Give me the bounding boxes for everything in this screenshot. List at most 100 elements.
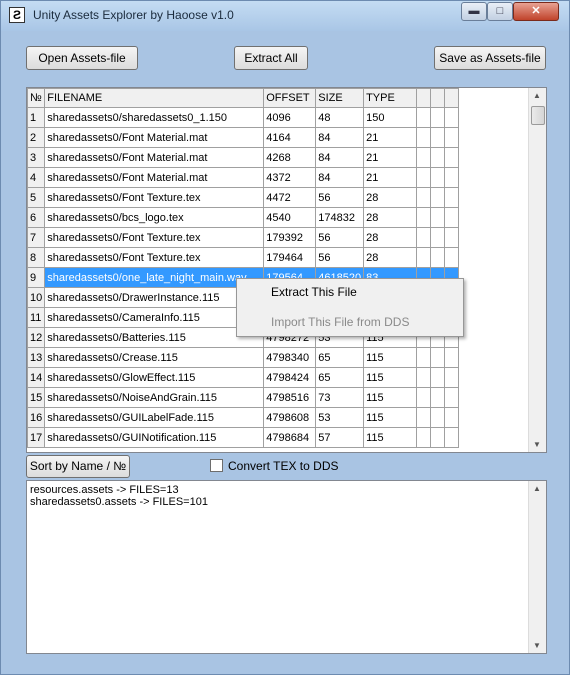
title-bar[interactable]: Ƨ Unity Assets Explorer by Haoose v1.0 ▬… bbox=[1, 1, 569, 31]
cell-type: 115 bbox=[363, 407, 418, 428]
convert-label: Convert TEX to DDS bbox=[228, 459, 339, 473]
cell-extra bbox=[444, 107, 460, 128]
table-row[interactable]: 15 sharedassets0/NoiseAndGrain.115 4798516… bbox=[27, 387, 460, 408]
close-icon: ✕ bbox=[531, 5, 541, 17]
cell-extra bbox=[430, 207, 446, 228]
cell-size: 174832 bbox=[315, 207, 365, 228]
cell-size: 56 bbox=[315, 227, 365, 248]
cell-extra bbox=[416, 347, 432, 368]
table-row[interactable]: 17 sharedassets0/GUINotification.115 47986… bbox=[27, 427, 460, 448]
cell-extra bbox=[430, 187, 446, 208]
cell-extra bbox=[444, 147, 460, 168]
cell-filename: sharedassets0/one_late_night_main.wav bbox=[44, 267, 265, 288]
header-extra bbox=[416, 88, 432, 108]
scroll-thumb[interactable] bbox=[531, 106, 545, 125]
table-row[interactable]: 1 sharedassets0/sharedassets0_1.150 4096 48… bbox=[27, 107, 460, 128]
cell-size: 57 bbox=[315, 427, 365, 448]
cell-extra bbox=[430, 407, 446, 428]
extract-all-button[interactable]: Extract All bbox=[234, 46, 308, 70]
cell-extra bbox=[444, 167, 460, 188]
cell-extra bbox=[430, 167, 446, 188]
cell-num: 3 bbox=[27, 147, 46, 168]
log-scrollbar[interactable]: ▲ ▼ bbox=[528, 481, 546, 653]
cell-filename: sharedassets0/Font Material.mat bbox=[44, 147, 265, 168]
table-row[interactable]: 16 sharedassets0/GUILabelFade.115 4798608 5… bbox=[27, 407, 460, 428]
cell-type: 28 bbox=[363, 187, 418, 208]
sort-button[interactable]: Sort by Name / № bbox=[26, 455, 130, 478]
cell-num: 6 bbox=[27, 207, 46, 228]
cell-num: 2 bbox=[27, 127, 46, 148]
cell-extra bbox=[430, 147, 446, 168]
cell-num: 15 bbox=[27, 387, 46, 408]
header-filename[interactable]: FILENAME bbox=[44, 88, 265, 108]
table-row[interactable]: 6 sharedassets0/bcs_logo.tex 4540 174832 28 bbox=[27, 207, 460, 228]
cell-extra bbox=[416, 187, 432, 208]
cell-type: 115 bbox=[363, 387, 418, 408]
cell-size: 84 bbox=[315, 127, 365, 148]
cell-extra bbox=[416, 387, 432, 408]
cell-type: 115 bbox=[363, 427, 418, 448]
cell-filename: sharedassets0/GUINotification.115 bbox=[44, 427, 265, 448]
header-offset[interactable]: OFFSET bbox=[263, 88, 317, 108]
cell-filename: sharedassets0/CameraInfo.115 bbox=[44, 307, 265, 328]
cell-num: 17 bbox=[27, 427, 46, 448]
header-size[interactable]: SIZE bbox=[315, 88, 365, 108]
table-row[interactable]: 8 sharedassets0/Font Texture.tex 179464 56 2… bbox=[27, 247, 460, 268]
cell-filename: sharedassets0/Font Texture.tex bbox=[44, 247, 265, 268]
scroll-down-icon[interactable]: ▼ bbox=[529, 641, 545, 650]
maximize-button[interactable]: □ bbox=[487, 2, 513, 21]
cell-filename: sharedassets0/sharedassets0_1.150 bbox=[44, 107, 265, 128]
convert-checkbox[interactable] bbox=[210, 459, 223, 472]
scroll-up-icon[interactable]: ▲ bbox=[529, 484, 545, 493]
cell-offset: 4472 bbox=[263, 187, 317, 208]
scroll-up-icon[interactable]: ▲ bbox=[529, 91, 545, 100]
cell-size: 53 bbox=[315, 407, 365, 428]
cell-extra bbox=[416, 127, 432, 148]
files-table[interactable]: № FILENAME OFFSET SIZE TYPE 1 sharedasset… bbox=[26, 87, 547, 453]
cell-filename: sharedassets0/DrawerInstance.115 bbox=[44, 287, 265, 308]
app-icon-glyph: Ƨ bbox=[12, 8, 21, 22]
log-textarea[interactable]: resources.assets -> FILES=13 sharedasset… bbox=[26, 480, 547, 654]
table-row[interactable]: 7 sharedassets0/Font Texture.tex 179392 56 2… bbox=[27, 227, 460, 248]
minimize-button[interactable]: ▬ bbox=[461, 2, 487, 21]
table-row[interactable]: 13 sharedassets0/Crease.115 4798340 65 115 bbox=[27, 347, 460, 368]
scroll-down-icon[interactable]: ▼ bbox=[529, 440, 545, 449]
cell-type: 28 bbox=[363, 207, 418, 228]
cell-type: 150 bbox=[363, 107, 418, 128]
cell-extra bbox=[444, 187, 460, 208]
cell-size: 65 bbox=[315, 367, 365, 388]
header-num[interactable]: № bbox=[27, 88, 46, 108]
table-row[interactable]: 2 sharedassets0/Font Material.mat 4164 84 21 bbox=[27, 127, 460, 148]
cell-type: 28 bbox=[363, 247, 418, 268]
cell-num: 1 bbox=[27, 107, 46, 128]
cell-offset: 4798424 bbox=[263, 367, 317, 388]
cell-extra bbox=[416, 407, 432, 428]
table-row[interactable]: 4 sharedassets0/Font Material.mat 4372 84 21 bbox=[27, 167, 460, 188]
cell-filename: sharedassets0/Crease.115 bbox=[44, 347, 265, 368]
cell-type: 21 bbox=[363, 127, 418, 148]
context-menu: Extract This File Import This File from … bbox=[236, 278, 464, 337]
open-assets-button[interactable]: Open Assets-file bbox=[26, 46, 138, 70]
table-scrollbar[interactable]: ▲ ▼ bbox=[528, 88, 546, 452]
cell-extra bbox=[444, 407, 460, 428]
close-button[interactable]: ✕ bbox=[513, 2, 559, 21]
table-row[interactable]: 3 sharedassets0/Font Material.mat 4268 84 21 bbox=[27, 147, 460, 168]
cell-extra bbox=[430, 367, 446, 388]
menu-extract-file[interactable]: Extract This File bbox=[271, 285, 357, 299]
table-row[interactable]: 14 sharedassets0/GlowEffect.115 4798424 65 1… bbox=[27, 367, 460, 388]
cell-extra bbox=[444, 247, 460, 268]
cell-extra bbox=[444, 347, 460, 368]
cell-extra bbox=[416, 207, 432, 228]
cell-extra bbox=[444, 207, 460, 228]
app-icon[interactable]: Ƨ bbox=[9, 7, 25, 23]
cell-size: 56 bbox=[315, 187, 365, 208]
cell-offset: 4798516 bbox=[263, 387, 317, 408]
header-type[interactable]: TYPE bbox=[363, 88, 418, 108]
cell-num: 9 bbox=[27, 267, 46, 288]
table-row[interactable]: 5 sharedassets0/Font Texture.tex 4472 56 28 bbox=[27, 187, 460, 208]
cell-num: 8 bbox=[27, 247, 46, 268]
header-extra bbox=[430, 88, 446, 108]
save-assets-button[interactable]: Save as Assets-file bbox=[434, 46, 546, 70]
cell-offset: 4798608 bbox=[263, 407, 317, 428]
cell-type: 115 bbox=[363, 347, 418, 368]
